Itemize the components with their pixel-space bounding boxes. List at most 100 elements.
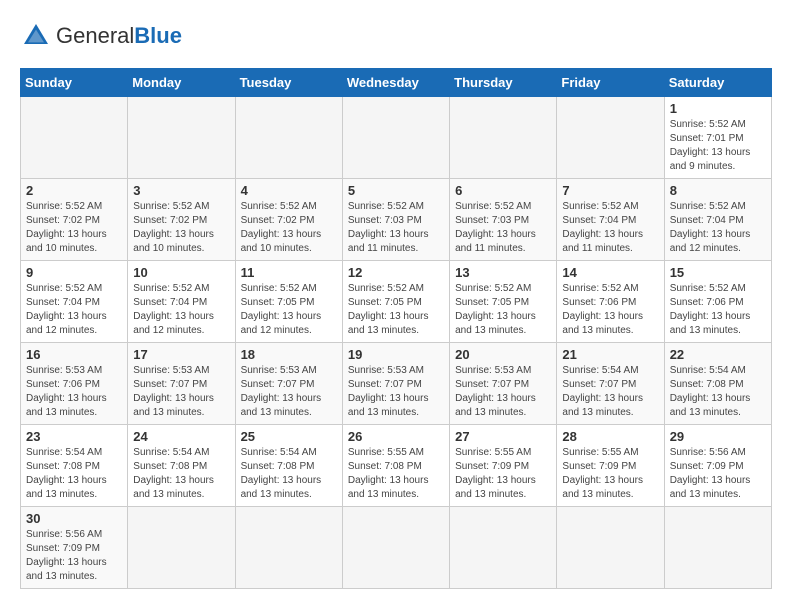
day-info: Sunrise: 5:52 AMSunset: 7:05 PMDaylight:… [455,282,551,338]
day-number: 4 [241,183,337,198]
day-number: 11 [241,265,337,280]
day-number: 28 [562,429,658,444]
day-number: 1 [670,101,766,116]
calendar-cell: 22 Sunrise: 5:54 AMSunset: 7:08 PMDayligh… [664,343,771,425]
col-header-saturday: Saturday [664,69,771,97]
day-number: 17 [133,347,229,362]
day-info: Sunrise: 5:52 AMSunset: 7:05 PMDaylight:… [348,282,444,338]
day-number: 27 [455,429,551,444]
calendar-cell: 16 Sunrise: 5:53 AMSunset: 7:06 PMDayligh… [21,343,128,425]
calendar-cell [342,97,449,179]
day-info: Sunrise: 5:54 AMSunset: 7:08 PMDaylight:… [241,446,337,502]
calendar-cell: 6Sunrise: 5:52 AMSunset: 7:03 PMDaylight… [450,179,557,261]
day-info: Sunrise: 5:53 AMSunset: 7:07 PMDaylight:… [348,364,444,420]
calendar-cell: 30 Sunrise: 5:56 AMSunset: 7:09 PMDayligh… [21,507,128,589]
calendar-cell: 14 Sunrise: 5:52 AMSunset: 7:06 PMDayligh… [557,261,664,343]
day-info: Sunrise: 5:52 AMSunset: 7:03 PMDaylight:… [348,200,444,256]
calendar-cell: 1 Sunrise: 5:52 AMSunset: 7:01 PMDaylight… [664,97,771,179]
calendar-cell: 21Sunrise: 5:54 AMSunset: 7:07 PMDayligh… [557,343,664,425]
week-row-3: 16 Sunrise: 5:53 AMSunset: 7:06 PMDayligh… [21,343,772,425]
col-header-wednesday: Wednesday [342,69,449,97]
calendar-cell: 27 Sunrise: 5:55 AMSunset: 7:09 PMDayligh… [450,425,557,507]
calendar-cell: 24 Sunrise: 5:54 AMSunset: 7:08 PMDayligh… [128,425,235,507]
day-info: Sunrise: 5:55 AMSunset: 7:09 PMDaylight:… [455,446,551,502]
day-info: Sunrise: 5:54 AMSunset: 7:08 PMDaylight:… [133,446,229,502]
day-number: 20 [455,347,551,362]
calendar-cell: 26Sunrise: 5:55 AMSunset: 7:08 PMDayligh… [342,425,449,507]
day-info: Sunrise: 5:52 AMSunset: 7:05 PMDaylight:… [241,282,337,338]
day-number: 9 [26,265,122,280]
week-row-1: 2Sunrise: 5:52 AMSunset: 7:02 PMDaylight… [21,179,772,261]
day-info: Sunrise: 5:52 AMSunset: 7:02 PMDaylight:… [241,200,337,256]
day-info: Sunrise: 5:52 AMSunset: 7:04 PMDaylight:… [26,282,122,338]
week-row-2: 9 Sunrise: 5:52 AMSunset: 7:04 PMDaylight… [21,261,772,343]
calendar-cell [235,507,342,589]
day-info: Sunrise: 5:53 AMSunset: 7:07 PMDaylight:… [455,364,551,420]
day-number: 25 [241,429,337,444]
day-number: 3 [133,183,229,198]
calendar-cell [235,97,342,179]
day-info: Sunrise: 5:54 AMSunset: 7:08 PMDaylight:… [26,446,122,502]
day-number: 16 [26,347,122,362]
day-number: 12 [348,265,444,280]
calendar-table: SundayMondayTuesdayWednesdayThursdayFrid… [20,68,772,589]
calendar-cell: 4 Sunrise: 5:52 AMSunset: 7:02 PMDaylight… [235,179,342,261]
day-info: Sunrise: 5:53 AMSunset: 7:07 PMDaylight:… [241,364,337,420]
calendar-cell: 18 Sunrise: 5:53 AMSunset: 7:07 PMDayligh… [235,343,342,425]
day-info: Sunrise: 5:52 AMSunset: 7:06 PMDaylight:… [670,282,766,338]
day-number: 23 [26,429,122,444]
day-number: 30 [26,511,122,526]
day-info: Sunrise: 5:53 AMSunset: 7:06 PMDaylight:… [26,364,122,420]
calendar-header-row: SundayMondayTuesdayWednesdayThursdayFrid… [21,69,772,97]
calendar-cell [557,97,664,179]
calendar-cell [128,507,235,589]
day-number: 6 [455,183,551,198]
day-info: Sunrise: 5:52 AMSunset: 7:04 PMDaylight:… [133,282,229,338]
day-info: Sunrise: 5:55 AMSunset: 7:09 PMDaylight:… [562,446,658,502]
day-number: 19 [348,347,444,362]
day-number: 5 [348,183,444,198]
day-number: 24 [133,429,229,444]
day-number: 21 [562,347,658,362]
calendar-cell: 25 Sunrise: 5:54 AMSunset: 7:08 PMDayligh… [235,425,342,507]
calendar-cell: 10Sunrise: 5:52 AMSunset: 7:04 PMDayligh… [128,261,235,343]
calendar-cell: 9 Sunrise: 5:52 AMSunset: 7:04 PMDaylight… [21,261,128,343]
week-row-4: 23 Sunrise: 5:54 AMSunset: 7:08 PMDayligh… [21,425,772,507]
calendar-cell: 11 Sunrise: 5:52 AMSunset: 7:05 PMDayligh… [235,261,342,343]
day-number: 14 [562,265,658,280]
logo: GeneralBlue [20,20,182,52]
page-header: GeneralBlue [20,20,772,52]
calendar-cell [557,507,664,589]
day-info: Sunrise: 5:52 AMSunset: 7:02 PMDaylight:… [26,200,122,256]
week-row-5: 30 Sunrise: 5:56 AMSunset: 7:09 PMDayligh… [21,507,772,589]
day-info: Sunrise: 5:52 AMSunset: 7:06 PMDaylight:… [562,282,658,338]
day-number: 15 [670,265,766,280]
calendar-cell: 12 Sunrise: 5:52 AMSunset: 7:05 PMDayligh… [342,261,449,343]
day-number: 29 [670,429,766,444]
day-number: 22 [670,347,766,362]
calendar-cell: 28 Sunrise: 5:55 AMSunset: 7:09 PMDayligh… [557,425,664,507]
calendar-cell: 15 Sunrise: 5:52 AMSunset: 7:06 PMDayligh… [664,261,771,343]
calendar-cell [664,507,771,589]
day-number: 7 [562,183,658,198]
calendar-cell: 23 Sunrise: 5:54 AMSunset: 7:08 PMDayligh… [21,425,128,507]
calendar-cell: 8Sunrise: 5:52 AMSunset: 7:04 PMDaylight… [664,179,771,261]
calendar-cell: 13Sunrise: 5:52 AMSunset: 7:05 PMDayligh… [450,261,557,343]
calendar-cell [450,507,557,589]
calendar-cell: 3Sunrise: 5:52 AMSunset: 7:02 PMDaylight… [128,179,235,261]
day-info: Sunrise: 5:56 AMSunset: 7:09 PMDaylight:… [26,528,122,584]
col-header-sunday: Sunday [21,69,128,97]
col-header-thursday: Thursday [450,69,557,97]
calendar-cell: 19 Sunrise: 5:53 AMSunset: 7:07 PMDayligh… [342,343,449,425]
day-info: Sunrise: 5:52 AMSunset: 7:01 PMDaylight:… [670,118,766,174]
calendar-cell [342,507,449,589]
calendar-cell: 7Sunrise: 5:52 AMSunset: 7:04 PMDaylight… [557,179,664,261]
col-header-friday: Friday [557,69,664,97]
col-header-monday: Monday [128,69,235,97]
day-info: Sunrise: 5:54 AMSunset: 7:08 PMDaylight:… [670,364,766,420]
calendar-cell: 17Sunrise: 5:53 AMSunset: 7:07 PMDayligh… [128,343,235,425]
day-number: 18 [241,347,337,362]
calendar-cell: 2Sunrise: 5:52 AMSunset: 7:02 PMDaylight… [21,179,128,261]
week-row-0: 1 Sunrise: 5:52 AMSunset: 7:01 PMDaylight… [21,97,772,179]
calendar-cell: 5 Sunrise: 5:52 AMSunset: 7:03 PMDaylight… [342,179,449,261]
